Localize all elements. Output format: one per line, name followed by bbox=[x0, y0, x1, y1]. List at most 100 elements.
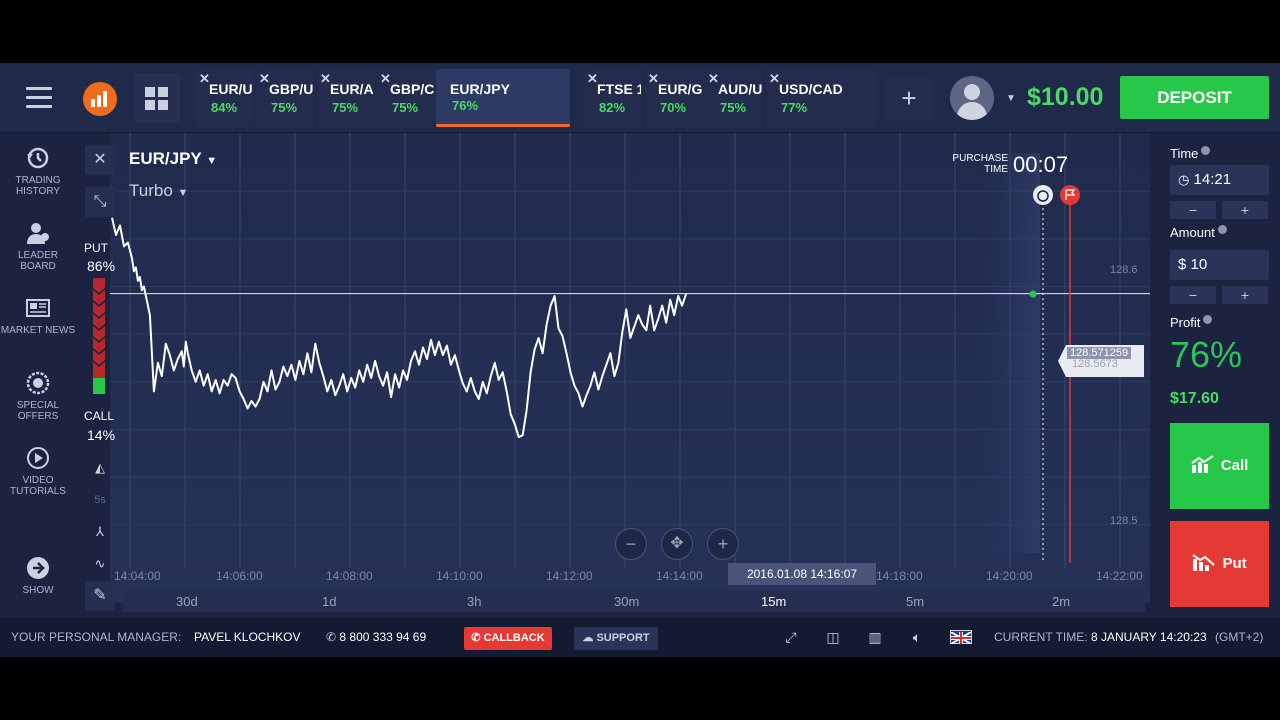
period-30d[interactable]: 30d bbox=[176, 594, 198, 609]
manager-name: PAVEL KLOCHKOV bbox=[194, 630, 301, 644]
chart-settings-icon[interactable]: ▥ bbox=[866, 629, 884, 645]
asset-tab[interactable]: ✕GBP/CAD75% bbox=[377, 69, 435, 127]
period-bar: 30d 1d 3h 30m 15m 5m 2m bbox=[123, 590, 1145, 612]
tab-payout: 70% bbox=[660, 100, 687, 115]
tab-asset-name: EUR/USD bbox=[209, 81, 253, 97]
sidebar-item-label: LEADER BOARD bbox=[17, 250, 58, 272]
asset-grid-button[interactable] bbox=[134, 73, 180, 123]
expiry-time-field[interactable]: ◷ 14:21 bbox=[1170, 165, 1269, 195]
zoom-in-button[interactable]: + bbox=[707, 528, 739, 560]
close-chart-button[interactable]: ✕ bbox=[85, 145, 115, 175]
tab-payout: 75% bbox=[332, 100, 359, 115]
purchase-time-label: PURCHASE TIME bbox=[952, 153, 1008, 175]
timer-icon bbox=[1033, 185, 1053, 205]
zoom-out-button[interactable]: − bbox=[615, 528, 647, 560]
chevron-down-icon[interactable]: ▼ bbox=[1006, 93, 1016, 104]
y-tick: 128.5 bbox=[1110, 515, 1138, 527]
sidebar-item-label: SPECIAL OFFERS bbox=[16, 400, 60, 422]
last-price-point bbox=[1029, 290, 1037, 298]
y-tick: 128.6 bbox=[1110, 264, 1138, 276]
callback-button[interactable]: ✆ CALLBACK bbox=[464, 627, 552, 650]
clock-icon: ◷ bbox=[1178, 172, 1190, 187]
support-button[interactable]: ☁ SUPPORT bbox=[574, 627, 658, 650]
period-5m[interactable]: 5m bbox=[906, 594, 924, 609]
previous-price: 128.5673 bbox=[1072, 358, 1118, 370]
period-15m[interactable]: 15m bbox=[761, 594, 786, 609]
current-price-marker: 128.571259 128.5673 bbox=[1058, 345, 1144, 377]
period-1d[interactable]: 1d bbox=[322, 594, 336, 609]
option-type-select[interactable]: Turbo ▼ bbox=[129, 181, 188, 201]
timezone: (GMT+2) bbox=[1215, 630, 1264, 644]
sidebar-item-trading-history[interactable]: TRADING HISTORY bbox=[0, 145, 76, 197]
sidebar-item-leader-board[interactable]: LEADER BOARD bbox=[0, 220, 76, 272]
expiry-zone bbox=[980, 153, 1040, 553]
tab-asset-name: EUR/GBP bbox=[658, 81, 702, 97]
language-flag-icon[interactable] bbox=[950, 630, 972, 645]
sidebar-item-label: VIDEO TUTORIALS bbox=[10, 475, 66, 497]
x-tick: 14:10:00 bbox=[436, 569, 483, 583]
period-2m[interactable]: 2m bbox=[1052, 594, 1070, 609]
indicators-icon[interactable]: ⅄ bbox=[85, 517, 115, 547]
avatar[interactable] bbox=[950, 76, 994, 120]
x-tick: 14:12:00 bbox=[546, 569, 593, 583]
logo-icon bbox=[83, 82, 117, 116]
line-tool-icon[interactable]: ∿ bbox=[85, 549, 115, 579]
play-icon bbox=[27, 447, 49, 469]
pencil-icon[interactable]: ✎ bbox=[85, 581, 115, 611]
area-chart-icon[interactable]: ◭ bbox=[85, 453, 115, 483]
deposit-button[interactable]: DEPOSIT bbox=[1120, 76, 1269, 119]
profit-percentage: 76% bbox=[1170, 334, 1243, 375]
asset-title[interactable]: EUR/JPY ▼ bbox=[129, 149, 217, 169]
sidebar-item-video-tutorials[interactable]: VIDEO TUTORIALS bbox=[0, 445, 76, 497]
x-tick: 14:08:00 bbox=[326, 569, 373, 583]
asset-tab[interactable]: ✕EUR/AUD75% bbox=[317, 69, 375, 127]
tab-asset-name: USD/CAD bbox=[779, 81, 843, 97]
current-time-label: CURRENT TIME: bbox=[994, 630, 1088, 644]
add-tab-button[interactable]: + bbox=[886, 75, 932, 121]
call-button[interactable]: Call bbox=[1170, 423, 1269, 509]
amount-decrease-button[interactable]: − bbox=[1170, 286, 1216, 304]
news-icon bbox=[26, 299, 50, 317]
fullscreen-icon[interactable]: ⤢ bbox=[782, 629, 800, 645]
time-increase-button[interactable]: + bbox=[1222, 201, 1268, 219]
menu-icon[interactable] bbox=[26, 87, 52, 109]
help-icon bbox=[1217, 225, 1227, 234]
sidebar-show-button[interactable]: SHOW bbox=[0, 555, 76, 596]
offers-icon bbox=[26, 371, 50, 395]
asset-tab[interactable]: ✕EUR/USD84% bbox=[196, 69, 254, 127]
period-30m[interactable]: 30m bbox=[614, 594, 639, 609]
call-label: CALL bbox=[84, 409, 115, 423]
recenter-button[interactable]: ✥ bbox=[661, 528, 693, 560]
sidebar-item-label: MARKET NEWS bbox=[0, 325, 76, 336]
current-time: 8 JANUARY 14:20:23 bbox=[1091, 630, 1207, 644]
time-label: Time bbox=[1170, 146, 1211, 161]
timeframe-icon[interactable]: 5s bbox=[85, 485, 115, 515]
put-button[interactable]: Put bbox=[1170, 521, 1269, 607]
asset-tab[interactable]: ✕GBP/USD75% bbox=[256, 69, 314, 127]
phone-number: ✆ 8 800 333 94 69 bbox=[326, 630, 427, 644]
sidebar-item-special-offers[interactable]: SPECIAL OFFERS bbox=[0, 370, 76, 422]
time-decrease-button[interactable]: − bbox=[1170, 201, 1216, 219]
asset-tab[interactable]: ✕FTSE 10082% bbox=[584, 69, 642, 127]
asset-tab-active[interactable]: EUR/JPY 76% bbox=[436, 69, 570, 127]
chart-up-icon bbox=[1191, 455, 1214, 473]
asset-tab[interactable]: ✕EUR/GBP70% bbox=[645, 69, 703, 127]
amount-input[interactable]: $ 10 bbox=[1170, 250, 1269, 280]
manager-label: YOUR PERSONAL MANAGER: bbox=[11, 630, 182, 644]
amount-increase-button[interactable]: + bbox=[1222, 286, 1268, 304]
amount-label: Amount bbox=[1170, 225, 1227, 240]
phone-icon: ✆ bbox=[471, 632, 481, 644]
x-tick: 14:14:00 bbox=[656, 569, 703, 583]
sound-icon[interactable]: 🔈︎ bbox=[908, 629, 926, 645]
asset-tab[interactable]: ✕AUD/USD75% bbox=[705, 69, 763, 127]
period-3h[interactable]: 3h bbox=[467, 594, 481, 609]
crosshair-time: 2016.01.08 14:16:07 bbox=[728, 563, 876, 585]
layout-icon[interactable]: ◫ bbox=[824, 629, 842, 645]
profit-amount: $17.60 bbox=[1170, 390, 1219, 407]
sidebar-item-market-news[interactable]: MARKET NEWS bbox=[0, 295, 76, 336]
x-tick: 14:20:00 bbox=[986, 569, 1033, 583]
collapse-icon[interactable]: ⤡ bbox=[85, 187, 115, 217]
tab-asset-name: GBP/USD bbox=[269, 81, 313, 97]
asset-tab[interactable]: ✕ USD/CAD 77% bbox=[766, 69, 876, 127]
left-sidebar: TRADING HISTORY LEADER BOARD MARKET NEWS… bbox=[0, 133, 76, 617]
